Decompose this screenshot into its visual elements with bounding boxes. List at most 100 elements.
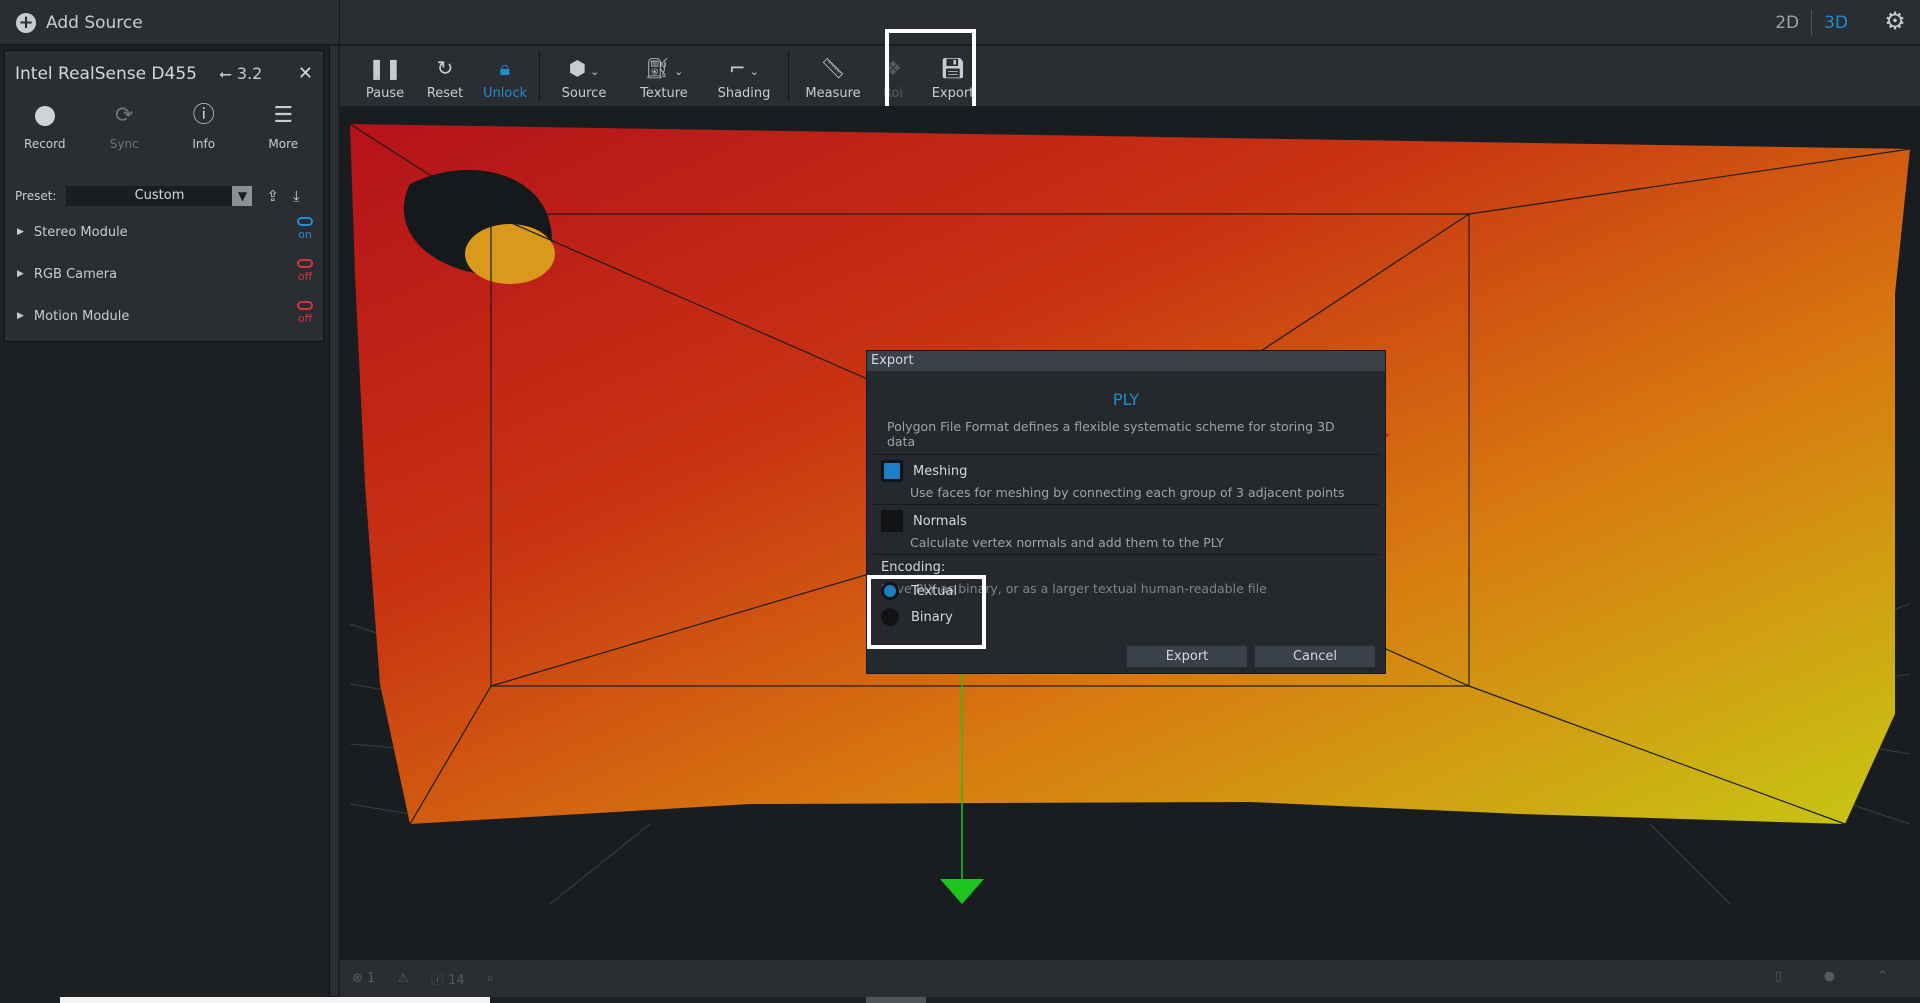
texture-label: Texture [640, 86, 688, 101]
drop-icon[interactable]: ● [1824, 969, 1835, 984]
dialog-heading: PLY [1112, 390, 1140, 409]
normals-checkbox[interactable] [881, 510, 903, 532]
reset-button[interactable]: ↻ Reset [415, 46, 475, 106]
viewer-toolbar: ❚❚ Pause ↻ Reset 🔒︎ Unlock ⬢ ⌄ Source ⛽︎ ⌄… [340, 46, 1920, 106]
source-label: Source [561, 86, 607, 101]
usb-version: 3.2 [236, 64, 263, 83]
warning-icon[interactable]: ⚠ [397, 971, 409, 986]
paint-roller-icon: ⌐ ⌄ [729, 56, 759, 80]
export-highlight-box [885, 29, 976, 114]
module-stereo[interactable]: ▶ Stereo Module on [5, 211, 323, 253]
encoding-highlight-box [867, 575, 986, 649]
dialog-title: Export [867, 351, 1385, 371]
preset-row: Preset: Custom ▼ ⇪ ⤓ [5, 181, 323, 211]
more-button[interactable]: ☰ More [244, 97, 324, 167]
more-label: More [268, 137, 299, 151]
shading-label: Shading [717, 86, 771, 101]
rgb-toggle[interactable]: off [297, 259, 313, 283]
toggle-state: off [297, 312, 313, 325]
trash-icon[interactable]: ▯ [1775, 969, 1782, 984]
usb-icon: ⭠ [218, 64, 232, 83]
add-icon: + [16, 12, 36, 33]
taskbar-marker [866, 997, 926, 1003]
stereo-toggle[interactable]: on [297, 217, 313, 241]
measure-label: Measure [805, 86, 861, 101]
record-icon [34, 106, 55, 126]
toggle-switch-icon [297, 217, 313, 226]
pause-button[interactable]: ❚❚ Pause [355, 46, 415, 106]
measure-button[interactable]: 📏︎ Measure [793, 46, 873, 106]
record-button[interactable]: Record [5, 97, 85, 167]
view-3d-button[interactable]: 3D [1812, 13, 1860, 33]
preset-label: Preset: [15, 189, 57, 203]
device-card: Intel RealSense D455 ⭠ 3.2 ✕ Record ⟳ Sy… [4, 50, 324, 342]
info-icon: ⓘ [192, 103, 215, 128]
add-source-label: Add Source [46, 12, 143, 33]
sync-label: Sync [109, 137, 139, 151]
sync-button[interactable]: ⟳ Sync [85, 97, 165, 167]
preset-value: Custom [134, 188, 185, 203]
info-button[interactable]: ⓘ Info [164, 97, 244, 167]
usb-indicator: ⭠ 3.2 [219, 64, 262, 84]
normals-option: Normals Calculate vertex normals and add… [873, 505, 1379, 555]
toolbar-divider [539, 51, 540, 101]
panel-scrollbar[interactable] [330, 46, 338, 996]
add-source-button[interactable]: + Add Source [0, 0, 340, 45]
module-label: Motion Module [33, 308, 130, 324]
cancel-button[interactable]: Cancel [1255, 646, 1375, 667]
meshing-checkbox[interactable] [881, 460, 903, 482]
toggle-switch-icon [297, 301, 313, 310]
upload-preset-icon[interactable]: ⇪ [266, 187, 279, 205]
pause-icon: ❚❚ [368, 56, 402, 80]
paint-bucket-icon: ⛽︎ ⌄ [644, 56, 684, 80]
record-label: Record [24, 137, 66, 151]
close-device-icon[interactable]: ✕ [298, 63, 313, 84]
expand-arrow-icon: ▶ [17, 269, 24, 279]
download-preset-icon[interactable]: ⤓ [293, 187, 300, 205]
motion-toggle[interactable]: off [297, 301, 313, 325]
status-right: ▯ ● ⌃ [1755, 969, 1910, 984]
module-label: Stereo Module [33, 224, 128, 240]
module-motion[interactable]: ▶ Motion Module off [5, 295, 323, 337]
expand-arrow-icon: ▶ [17, 311, 24, 321]
toggle-switch-icon [297, 259, 313, 268]
meshing-option: Meshing Use faces for meshing by connect… [873, 455, 1379, 505]
sync-icon: ⟳ [115, 103, 134, 128]
lock-icon: 🔒︎ [499, 56, 511, 80]
error-count[interactable]: ⊗ 1 [352, 971, 375, 986]
toggle-state: off [297, 270, 313, 283]
export-confirm-button[interactable]: Export [1127, 646, 1247, 667]
unlock-button[interactable]: 🔒︎ Unlock [475, 46, 535, 106]
device-actions: Record ⟳ Sync ⓘ Info ☰ More [5, 97, 323, 167]
expand-icon[interactable]: ⌃ [1877, 969, 1888, 984]
dialog-description: Polygon File Format defines a flexible s… [873, 409, 1379, 455]
toggle-state: on [298, 228, 312, 241]
meshing-description: Use faces for meshing by connecting each… [910, 485, 1345, 500]
pause-label: Pause [365, 86, 405, 101]
source-button[interactable]: ⬢ ⌄ Source [544, 46, 624, 106]
device-header: Intel RealSense D455 ⭠ 3.2 ✕ [5, 51, 323, 97]
module-rgb[interactable]: ▶ RGB Camera off [5, 253, 323, 295]
taskbar-highlight [60, 997, 490, 1003]
normals-description: Calculate vertex normals and add them to… [910, 535, 1224, 550]
search-icon[interactable]: ⌕ [487, 971, 494, 986]
reset-icon: ↻ [436, 56, 454, 80]
toolbar-divider [788, 51, 789, 101]
expand-arrow-icon: ▶ [17, 227, 24, 237]
cube-icon: ⬢ ⌄ [568, 56, 600, 80]
shading-button[interactable]: ⌐ ⌄ Shading [704, 46, 784, 106]
texture-button[interactable]: ⛽︎ ⌄ Texture [624, 46, 704, 106]
unlock-label: Unlock [483, 86, 527, 101]
meshing-label: Meshing [913, 464, 968, 479]
preset-select[interactable]: Custom ▼ [66, 186, 253, 206]
encoding-label: Encoding: [881, 560, 946, 575]
ruler-icon: 📏︎ [820, 56, 846, 80]
settings-gear-icon[interactable]: ⚙ [1882, 8, 1908, 34]
info-count[interactable]: ⓘ 14 [431, 969, 465, 988]
reset-label: Reset [426, 86, 464, 101]
info-count-value: 14 [448, 973, 465, 988]
module-label: RGB Camera [33, 266, 118, 282]
view-2d-button[interactable]: 2D [1763, 13, 1811, 33]
normals-label: Normals [913, 514, 967, 529]
device-panel: Intel RealSense D455 ⭠ 3.2 ✕ Record ⟳ Sy… [0, 46, 330, 996]
